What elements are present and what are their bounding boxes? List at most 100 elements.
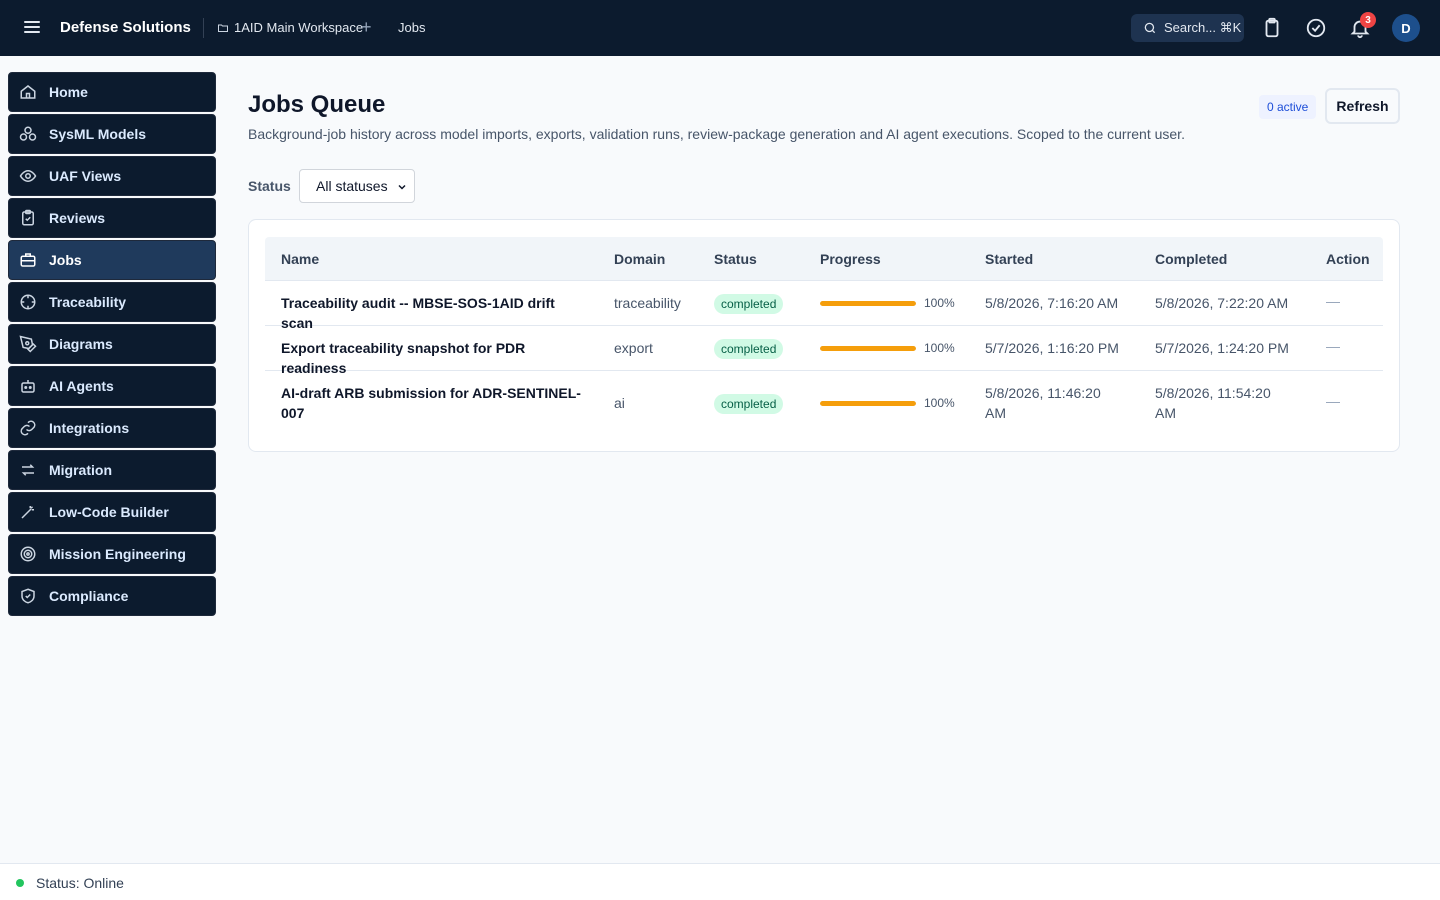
column-header-completed: Completed: [1155, 251, 1228, 267]
sidebar-item-integrations[interactable]: Integrations: [8, 408, 216, 448]
column-header-name: Name: [281, 251, 320, 267]
column-header-progress: Progress: [820, 251, 881, 267]
page-title: Jobs Queue: [248, 91, 386, 118]
sidebar-item-ai-agents[interactable]: AI Agents: [8, 366, 216, 406]
sidebar-item-mission-engineering[interactable]: Mission Engineering: [8, 534, 216, 574]
column-header-started: Started: [985, 251, 1034, 267]
user-avatar[interactable]: D: [1392, 14, 1420, 42]
sidebar-item-reviews[interactable]: Reviews: [8, 198, 216, 238]
column-header-domain: Domain: [614, 251, 666, 267]
progress-label: 100%: [924, 341, 955, 355]
menu-icon[interactable]: [22, 18, 42, 38]
table-row[interactable]: AI-draft ARB submission for ADR-SENTINEL…: [265, 371, 1383, 435]
online-indicator: [16, 879, 24, 887]
workspace-selector[interactable]: 1AID Main Workspace: [217, 20, 363, 35]
check-circle-icon[interactable]: [1305, 17, 1327, 39]
status-filter-label: Status: [248, 178, 291, 194]
sidebar-item-label: Mission Engineering: [49, 546, 186, 562]
wand-icon: [18, 502, 38, 522]
job-domain: traceability: [614, 295, 681, 311]
job-started: 5/8/2026, 11:46:20 AM: [985, 385, 1101, 421]
status-filter-select[interactable]: All statuses: [299, 169, 415, 203]
notification-count-badge: 3: [1360, 12, 1376, 28]
progress-label: 100%: [924, 396, 955, 410]
sidebar-item-low-code-builder[interactable]: Low-Code Builder: [8, 492, 216, 532]
sidebar-item-label: Integrations: [49, 420, 130, 436]
progress-fill: [820, 346, 916, 351]
sidebar-item-label: Jobs: [49, 252, 82, 268]
brand-name: Defense Solutions: [60, 19, 191, 36]
sidebar-item-label: Diagrams: [49, 336, 113, 352]
sidebar: Home SysML Models UAF Views Reviews Jobs…: [8, 72, 216, 618]
sidebar-item-label: Low-Code Builder: [49, 504, 169, 520]
clipboard-icon[interactable]: [1261, 17, 1283, 39]
sidebar-item-jobs[interactable]: Jobs: [8, 240, 216, 280]
target-icon: [18, 544, 38, 564]
folder-icon: [218, 24, 228, 32]
search-icon: [1144, 22, 1156, 34]
sidebar-item-migration[interactable]: Migration: [8, 450, 216, 490]
progress-fill: [820, 301, 916, 306]
progress-bar: [820, 301, 916, 306]
status-badge: completed: [714, 394, 784, 414]
active-count-badge: 0 active: [1259, 95, 1317, 119]
arrows-swap-icon: [18, 460, 38, 480]
sidebar-item-home[interactable]: Home: [8, 72, 216, 112]
breadcrumb-current[interactable]: Jobs: [398, 20, 425, 35]
job-started: 5/8/2026, 7:16:20 AM: [985, 295, 1119, 311]
job-completed: 5/7/2026, 1:24:20 PM: [1155, 340, 1289, 356]
status-filter-value: All statuses: [316, 178, 388, 194]
table-row[interactable]: Export traceability snapshot for PDR rea…: [265, 326, 1383, 376]
refresh-button[interactable]: Refresh: [1325, 88, 1400, 124]
top-bar: Defense Solutions 1AID Main Workspace + …: [0, 0, 1440, 56]
cubes-icon: [18, 124, 38, 144]
job-action: —: [1326, 293, 1340, 309]
workspace-name: 1AID Main Workspace: [234, 20, 364, 35]
search-button[interactable]: Search... ⌘K: [1131, 14, 1244, 42]
sidebar-item-sysml-models[interactable]: SysML Models: [8, 114, 216, 154]
table-row[interactable]: Traceability audit -- MBSE-SOS-1AID drif…: [265, 281, 1383, 331]
sidebar-item-label: Compliance: [49, 588, 129, 604]
job-action: —: [1326, 338, 1340, 354]
sidebar-item-uaf-views[interactable]: UAF Views: [8, 156, 216, 196]
sidebar-item-compliance[interactable]: Compliance: [8, 576, 216, 616]
page-subtitle: Background-job history across model impo…: [248, 126, 1185, 142]
progress-bar: [820, 346, 916, 351]
job-completed: 5/8/2026, 11:54:20 AM: [1155, 385, 1271, 421]
job-started: 5/7/2026, 1:16:20 PM: [985, 340, 1119, 356]
eye-icon: [18, 166, 38, 186]
progress-fill: [820, 401, 916, 406]
sidebar-item-label: Reviews: [49, 210, 106, 226]
status-bar: Status: Online: [0, 863, 1440, 900]
bot-icon: [18, 376, 38, 396]
pen-tool-icon: [18, 334, 38, 354]
job-completed: 5/8/2026, 7:22:20 AM: [1155, 295, 1289, 311]
sidebar-item-label: Migration: [49, 462, 112, 478]
home-icon: [18, 82, 38, 102]
status-badge: completed: [714, 294, 784, 314]
sidebar-item-label: AI Agents: [49, 378, 114, 394]
chevron-down-icon: [398, 184, 406, 190]
clipboard-check-icon: [18, 208, 38, 228]
sidebar-item-label: UAF Views: [49, 168, 122, 184]
column-header-status: Status: [714, 251, 757, 267]
job-domain: export: [614, 340, 653, 356]
job-action: —: [1326, 393, 1340, 409]
progress-label: 100%: [924, 296, 955, 310]
jobs-table-card: Name Domain Status Progress Started Comp…: [248, 219, 1400, 452]
sidebar-item-label: Traceability: [49, 294, 127, 310]
job-name: AI-draft ARB submission for ADR-SENTINEL…: [281, 385, 581, 421]
shield-check-icon: [18, 586, 38, 606]
progress-bar: [820, 401, 916, 406]
sidebar-item-diagrams[interactable]: Diagrams: [8, 324, 216, 364]
crosshair-icon: [18, 292, 38, 312]
status-badge: completed: [714, 339, 784, 359]
sidebar-item-label: Home: [49, 84, 88, 100]
sidebar-item-traceability[interactable]: Traceability: [8, 282, 216, 322]
table-header: Name Domain Status Progress Started Comp…: [265, 237, 1383, 281]
link-icon: [18, 418, 38, 438]
status-text: Status: Online: [36, 875, 124, 891]
briefcase-icon: [18, 250, 38, 270]
add-workspace-button[interactable]: +: [361, 18, 372, 36]
sidebar-item-label: SysML Models: [49, 126, 146, 142]
